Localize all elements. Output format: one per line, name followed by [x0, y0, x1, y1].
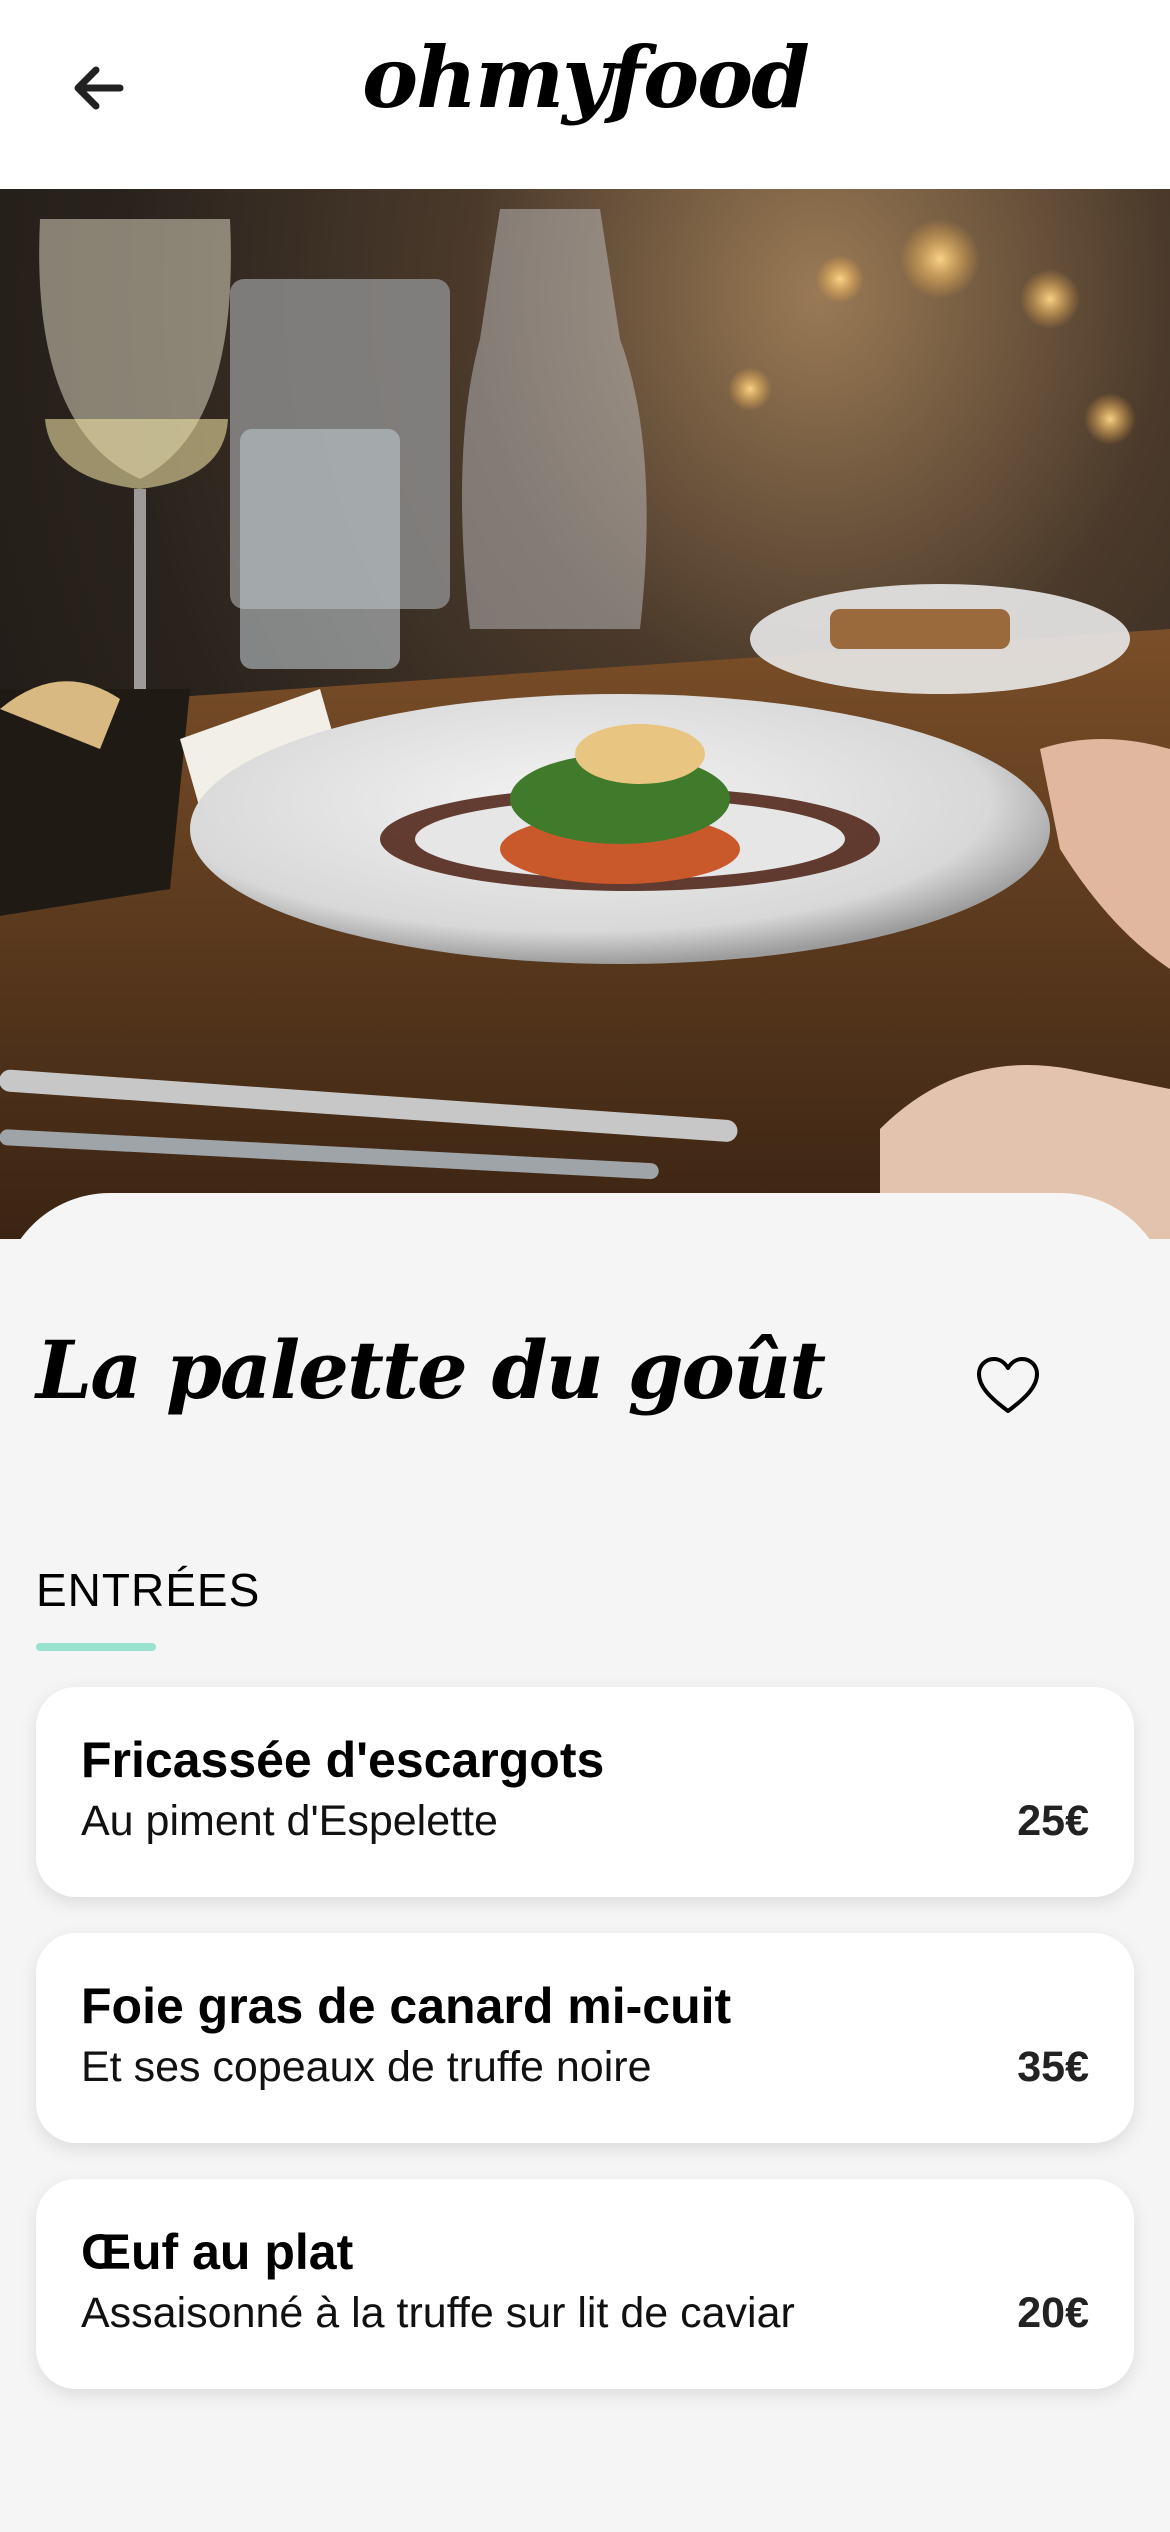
heart-outline-icon — [977, 1357, 1039, 1413]
dish-price: 25€ — [1017, 1797, 1089, 1845]
menu-item-card[interactable]: Œuf au plat Assaisonné à la truffe sur l… — [36, 2179, 1134, 2389]
hero-photo — [0, 209, 1170, 1239]
dish-name: Fricassée d'escargots — [81, 1732, 605, 1788]
dish-price: 20€ — [1017, 2289, 1089, 2337]
restaurant-hero-image — [0, 189, 1170, 1239]
menu-item-card[interactable]: Foie gras de canard mi-cuit Et ses copea… — [36, 1933, 1134, 2143]
dish-description: Et ses copeaux de truffe noire — [81, 2043, 652, 2091]
restaurant-name: La palette du goût — [36, 1323, 826, 1417]
dish-name: Foie gras de canard mi-cuit — [81, 1978, 732, 2034]
menu-item-card[interactable]: Fricassée d'escargots Au piment d'Espele… — [36, 1687, 1134, 1897]
dish-description: Assaisonné à la truffe sur lit de caviar — [81, 2289, 795, 2337]
brand-logo[interactable]: ohmyfood — [0, 28, 1170, 127]
favorite-button[interactable] — [966, 1343, 1050, 1427]
section-underline — [36, 1643, 156, 1651]
dish-description: Au piment d'Espelette — [81, 1797, 498, 1845]
app-header: ohmyfood — [0, 0, 1170, 189]
dish-price: 35€ — [1017, 2043, 1089, 2091]
section-heading-entrees: ENTRÉES — [36, 1564, 261, 1616]
restaurant-content-panel: La palette du goût ENTRÉES Fricassée d'e… — [0, 1193, 1170, 2532]
dish-name: Œuf au plat — [81, 2224, 354, 2280]
